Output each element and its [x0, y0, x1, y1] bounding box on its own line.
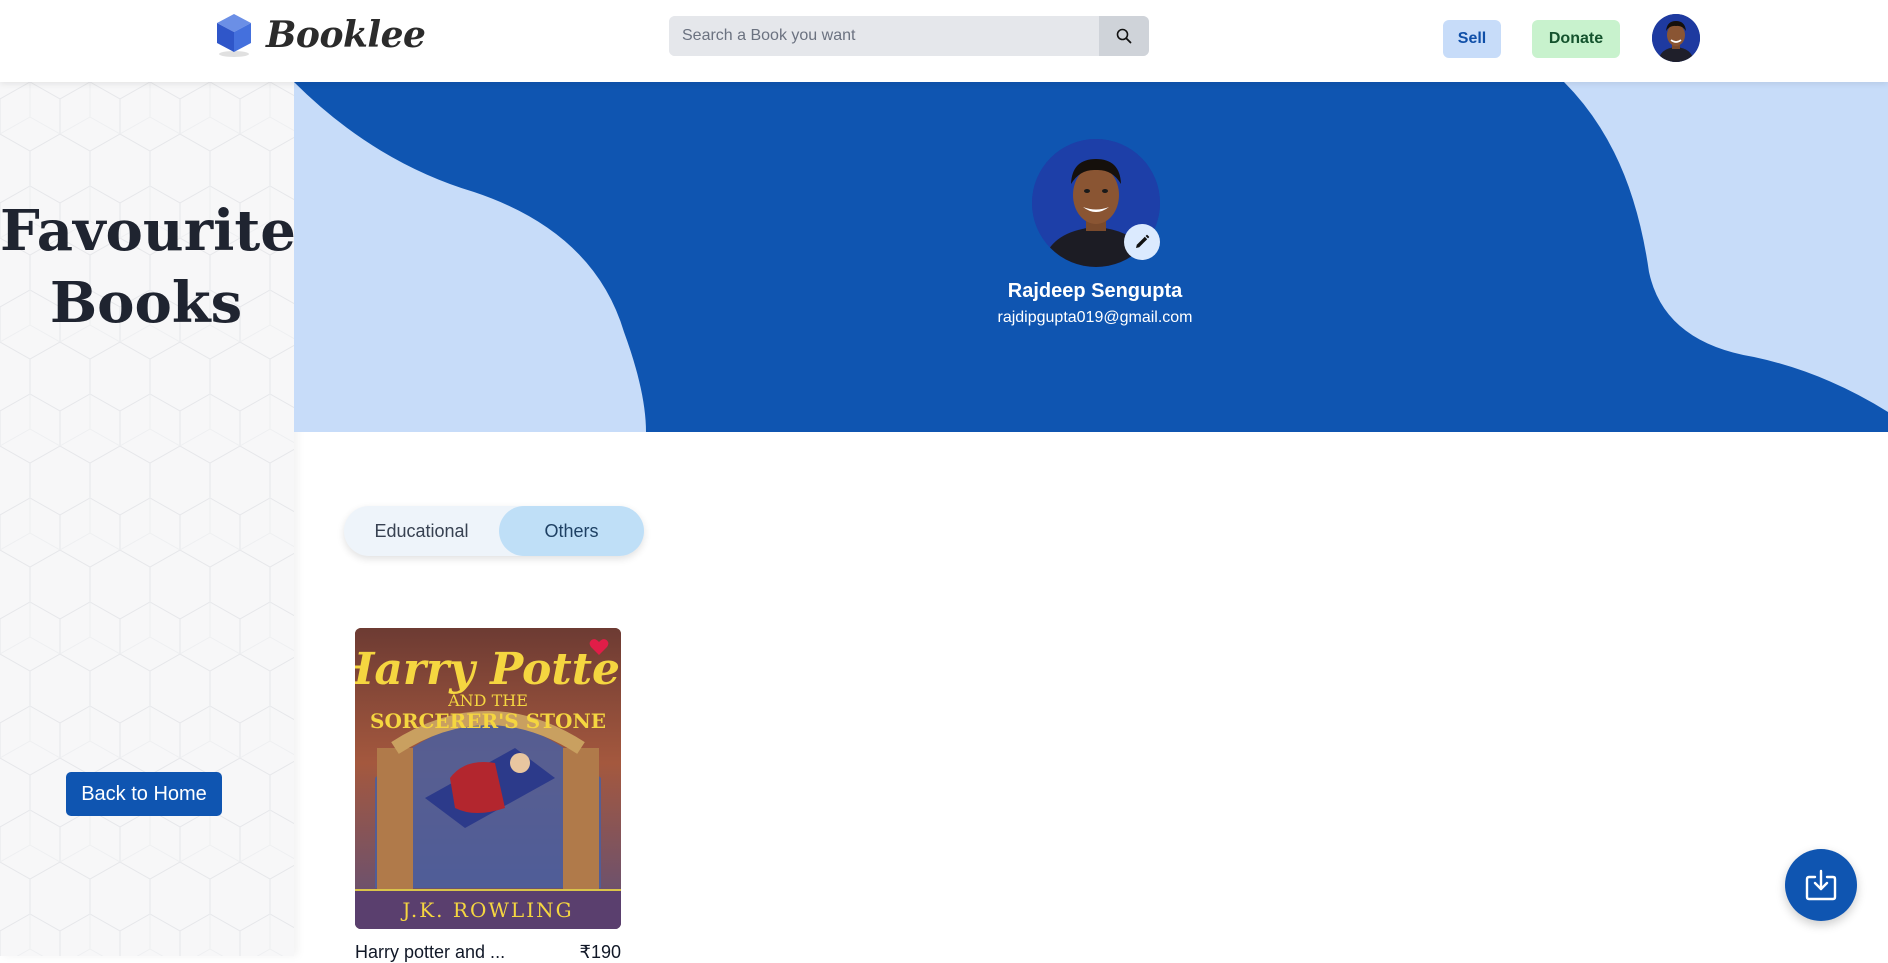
cube-logo-icon	[217, 14, 251, 57]
profile-email: rajdipgupta019@gmail.com	[997, 309, 1193, 326]
sell-button[interactable]: Sell	[1443, 20, 1501, 58]
category-tabs: Educational Others	[344, 506, 644, 556]
search-bar	[669, 16, 1149, 56]
search-input[interactable]	[669, 16, 1099, 56]
page-title-line-1: Favourite	[0, 198, 294, 264]
avatar-portrait-icon	[1652, 14, 1700, 62]
edit-profile-button[interactable]	[1124, 224, 1160, 260]
book-cover-illustration: Harry Potter AND THE SORCERER'S STONE J.…	[355, 628, 621, 929]
favourites-sidebar: Favourite Books Back to Home	[0, 82, 294, 956]
download-tray-icon	[1805, 869, 1837, 901]
search-button[interactable]	[1099, 16, 1149, 56]
book-cover-image[interactable]: Harry Potter AND THE SORCERER'S STONE J.…	[355, 628, 621, 929]
brand-logo[interactable]: Booklee	[214, 12, 426, 58]
tab-others[interactable]: Others	[499, 506, 644, 556]
cover-title-3: SORCERER'S STONE	[370, 709, 606, 733]
cover-author: J.K. ROWLING	[400, 898, 573, 922]
book-card[interactable]: Harry Potter AND THE SORCERER'S STONE J.…	[355, 628, 621, 962]
page-title-line-2: Books	[49, 270, 243, 336]
book-title[interactable]: Harry potter and ...	[355, 942, 505, 963]
back-to-home-button[interactable]: Back to Home	[66, 772, 222, 816]
book-meta: Harry potter and ... ₹190	[355, 942, 621, 963]
user-avatar[interactable]	[1652, 14, 1700, 62]
cover-title-1: Harry Potter	[355, 644, 621, 695]
cover-title-2: AND THE	[447, 691, 528, 710]
book-price: ₹190	[579, 942, 621, 962]
profile-name: Rajdeep Sengupta	[1007, 280, 1183, 302]
top-navbar: Booklee Sell Donate	[0, 0, 1888, 82]
search-icon	[1116, 28, 1132, 44]
heart-icon[interactable]	[589, 638, 609, 656]
donate-button[interactable]: Donate	[1532, 20, 1620, 58]
brand-name: Booklee	[266, 14, 426, 56]
download-fab-button[interactable]	[1785, 849, 1857, 921]
page-title: Favourite Books	[0, 195, 294, 339]
pencil-icon	[1136, 234, 1150, 248]
tab-educational[interactable]: Educational	[344, 506, 499, 556]
